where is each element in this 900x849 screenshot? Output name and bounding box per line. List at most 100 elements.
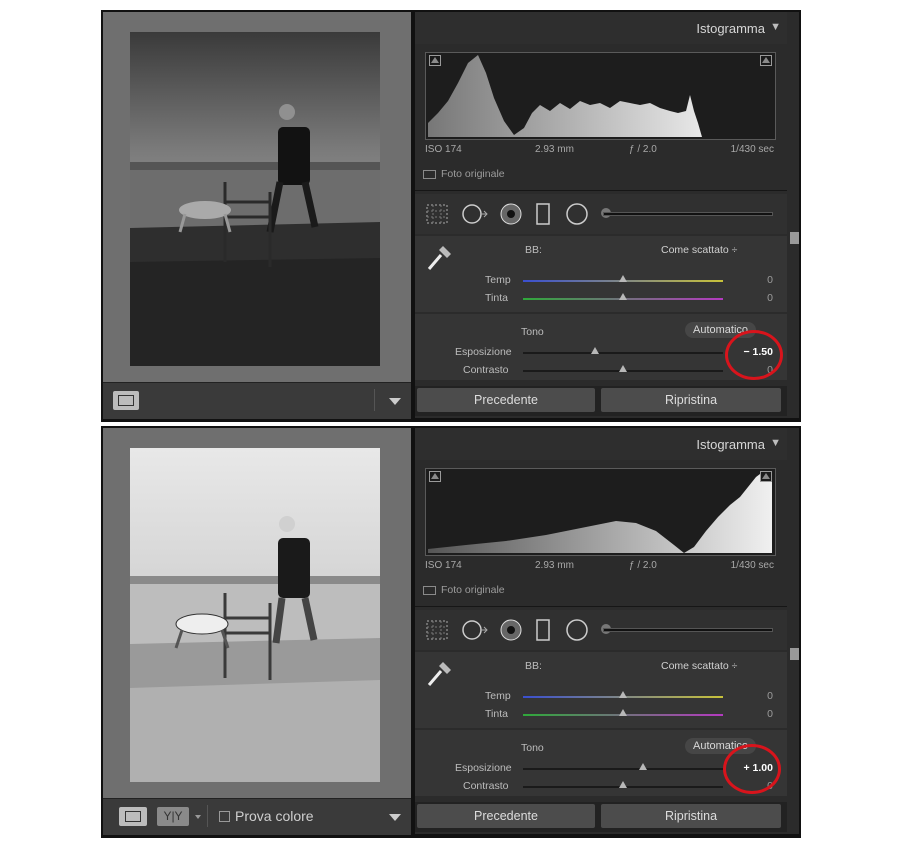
tint-label: Tinta bbox=[485, 708, 508, 720]
develop-side-panel: Istogramma ▼ ISO 174 2.93 mm ƒ / 2.0 1/4… bbox=[415, 12, 799, 418]
previous-button[interactable]: Precedente bbox=[417, 388, 595, 412]
wb-label: BB: bbox=[525, 660, 542, 672]
graduated-filter-icon[interactable] bbox=[535, 203, 551, 225]
radial-filter-icon[interactable] bbox=[565, 203, 589, 225]
develop-side-panel: Istogramma ▼ ISO 174 2.93 mm ƒ / 2.0 1/4… bbox=[415, 428, 799, 834]
grid-crop-icon[interactable] bbox=[425, 203, 449, 225]
histogram-header[interactable]: Istogramma ▼ bbox=[415, 428, 787, 460]
temp-value[interactable]: 0 bbox=[767, 690, 773, 702]
white-balance-section: BB: Come scattato ÷ Temp 0 Tinta 0 bbox=[415, 236, 787, 312]
temp-label: Temp bbox=[485, 274, 511, 286]
filmstrip-toolbar bbox=[103, 382, 411, 419]
wb-select[interactable]: Come scattato ÷ bbox=[661, 660, 737, 672]
iso-value: ISO 174 bbox=[425, 560, 462, 571]
wb-select[interactable]: Come scattato ÷ bbox=[661, 244, 737, 256]
red-eye-icon[interactable] bbox=[499, 619, 523, 641]
camera-info: ISO 174 2.93 mm ƒ / 2.0 1/430 sec bbox=[425, 144, 774, 158]
exposure-slider-knob[interactable] bbox=[591, 347, 599, 354]
iso-value: ISO 174 bbox=[425, 144, 462, 155]
tint-value[interactable]: 0 bbox=[767, 292, 773, 304]
soft-proof-label[interactable]: Prova colore bbox=[235, 808, 314, 824]
button-row: Precedente Ripristina bbox=[415, 386, 787, 416]
temp-label: Temp bbox=[485, 690, 511, 702]
contrast-slider-knob[interactable] bbox=[619, 365, 627, 372]
develop-panel-after: Y|Y Prova colore Istogramma ▼ ISO 174 2.… bbox=[101, 426, 801, 838]
checkbox-icon bbox=[423, 585, 436, 595]
scrollbar-thumb[interactable] bbox=[790, 648, 799, 660]
photo-preview-area bbox=[103, 428, 411, 798]
brush-size-track[interactable] bbox=[603, 628, 773, 632]
aperture-value: ƒ / 2.0 bbox=[629, 144, 657, 155]
photo-preview-area bbox=[103, 12, 411, 382]
histogram-header[interactable]: Istogramma ▼ bbox=[415, 12, 787, 44]
collapse-triangle-icon[interactable]: ▼ bbox=[770, 437, 781, 449]
histogram bbox=[425, 52, 776, 140]
tint-slider-knob[interactable] bbox=[619, 293, 627, 300]
loupe-view-icon[interactable] bbox=[119, 807, 147, 826]
histogram-title: Istogramma bbox=[696, 21, 765, 36]
original-photo-toggle[interactable]: Foto originale bbox=[423, 584, 505, 596]
exposure-label: Esposizione bbox=[455, 762, 512, 774]
compare-dropdown-icon[interactable] bbox=[195, 815, 201, 819]
contrast-slider-knob[interactable] bbox=[619, 781, 627, 788]
contrast-label: Contrasto bbox=[463, 780, 509, 792]
red-eye-icon[interactable] bbox=[499, 203, 523, 225]
white-balance-section: BB: Come scattato ÷ Temp 0 Tinta 0 bbox=[415, 652, 787, 728]
histogram bbox=[425, 468, 776, 556]
shadow-clipping-icon[interactable] bbox=[429, 55, 441, 66]
brush-size-track[interactable] bbox=[603, 212, 773, 216]
eyedropper-icon[interactable] bbox=[425, 242, 453, 272]
exposure-highlight-circle bbox=[725, 330, 783, 380]
wb-label: BB: bbox=[525, 244, 542, 256]
shadow-clipping-icon[interactable] bbox=[429, 471, 441, 482]
exposure-slider-track[interactable] bbox=[523, 768, 723, 770]
exposure-slider-track[interactable] bbox=[523, 352, 723, 354]
reset-button[interactable]: Ripristina bbox=[601, 804, 781, 828]
grid-crop-icon[interactable] bbox=[425, 619, 449, 641]
photo-preview bbox=[130, 32, 380, 366]
highlight-clipping-icon[interactable] bbox=[760, 55, 772, 66]
proof-checkbox-icon[interactable] bbox=[219, 811, 230, 822]
aperture-value: ƒ / 2.0 bbox=[629, 560, 657, 571]
dropdown-arrow-icon[interactable] bbox=[389, 814, 401, 821]
focal-length-value: 2.93 mm bbox=[535, 144, 574, 155]
exposure-highlight-circle bbox=[723, 744, 781, 794]
shutter-value: 1/430 sec bbox=[730, 560, 774, 571]
tint-label: Tinta bbox=[485, 292, 508, 304]
compare-view-icon[interactable]: Y|Y bbox=[157, 807, 189, 826]
scrollbar-thumb[interactable] bbox=[790, 232, 799, 244]
spot-removal-icon[interactable] bbox=[461, 203, 491, 225]
tint-slider-knob[interactable] bbox=[619, 709, 627, 716]
temp-value[interactable]: 0 bbox=[767, 274, 773, 286]
temp-slider-knob[interactable] bbox=[619, 275, 627, 282]
shutter-value: 1/430 sec bbox=[730, 144, 774, 155]
highlight-clipping-icon[interactable] bbox=[760, 471, 772, 482]
develop-panel-before: Istogramma ▼ ISO 174 2.93 mm ƒ / 2.0 1/4… bbox=[101, 10, 801, 422]
camera-info: ISO 174 2.93 mm ƒ / 2.0 1/430 sec bbox=[425, 560, 774, 574]
tool-strip bbox=[415, 610, 787, 650]
tone-label: Tono bbox=[521, 326, 544, 338]
previous-button[interactable]: Precedente bbox=[417, 804, 595, 828]
photo-preview bbox=[130, 448, 380, 782]
tool-strip bbox=[415, 194, 787, 234]
exposure-label: Esposizione bbox=[455, 346, 512, 358]
checkbox-icon bbox=[423, 169, 436, 179]
spot-removal-icon[interactable] bbox=[461, 619, 491, 641]
graduated-filter-icon[interactable] bbox=[535, 619, 551, 641]
filmstrip-toolbar: Y|Y Prova colore bbox=[103, 798, 411, 835]
contrast-label: Contrasto bbox=[463, 364, 509, 376]
original-photo-toggle[interactable]: Foto originale bbox=[423, 168, 505, 180]
loupe-view-icon[interactable] bbox=[113, 391, 139, 410]
dropdown-arrow-icon[interactable] bbox=[389, 398, 401, 405]
focal-length-value: 2.93 mm bbox=[535, 560, 574, 571]
temp-slider-knob[interactable] bbox=[619, 691, 627, 698]
button-row: Precedente Ripristina bbox=[415, 802, 787, 832]
reset-button[interactable]: Ripristina bbox=[601, 388, 781, 412]
radial-filter-icon[interactable] bbox=[565, 619, 589, 641]
tint-value[interactable]: 0 bbox=[767, 708, 773, 720]
eyedropper-icon[interactable] bbox=[425, 658, 453, 688]
histogram-title: Istogramma bbox=[696, 437, 765, 452]
tone-label: Tono bbox=[521, 742, 544, 754]
collapse-triangle-icon[interactable]: ▼ bbox=[770, 21, 781, 33]
exposure-slider-knob[interactable] bbox=[639, 763, 647, 770]
